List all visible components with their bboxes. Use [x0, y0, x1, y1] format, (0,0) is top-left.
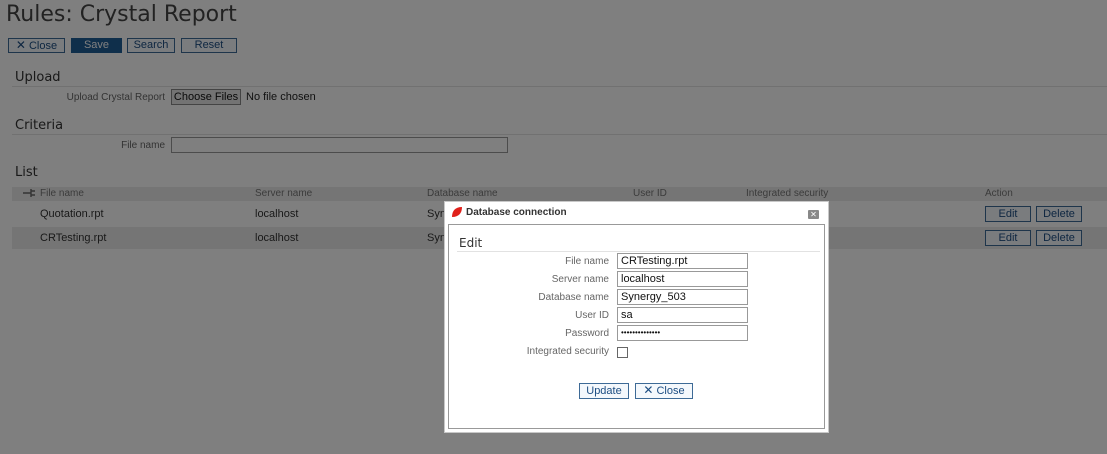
- file-name-label: File name: [565, 256, 609, 267]
- file-name-input[interactable]: CRTesting.rpt: [617, 253, 748, 269]
- edit-section-title: Edit: [459, 236, 483, 250]
- update-button[interactable]: Update: [579, 383, 629, 399]
- password-input[interactable]: ••••••••••••••: [617, 325, 748, 341]
- user-id-input[interactable]: sa: [617, 307, 748, 323]
- server-name-input[interactable]: localhost: [617, 271, 748, 287]
- user-id-label: User ID: [575, 310, 609, 321]
- dialog-title: Database connection: [466, 207, 567, 218]
- dialog-close-button[interactable]: ✕ Close: [635, 383, 693, 399]
- integrated-security-label: Integrated security: [526, 346, 609, 357]
- integrated-security-checkbox[interactable]: [617, 347, 628, 358]
- dialog-close-icon[interactable]: ✕: [808, 210, 819, 219]
- dialog-body: Edit File name CRTesting.rpt Server name…: [448, 224, 825, 429]
- database-connection-dialog: Database connection ✕ Edit File name CRT…: [444, 201, 829, 433]
- database-name-label: Database name: [538, 292, 609, 303]
- server-name-label: Server name: [551, 274, 609, 285]
- close-icon: ✕: [643, 383, 654, 397]
- edit-divider: [457, 251, 820, 252]
- database-name-input[interactable]: Synergy_503: [617, 289, 748, 305]
- app-logo-icon: [451, 206, 463, 218]
- password-label: Password: [565, 328, 609, 339]
